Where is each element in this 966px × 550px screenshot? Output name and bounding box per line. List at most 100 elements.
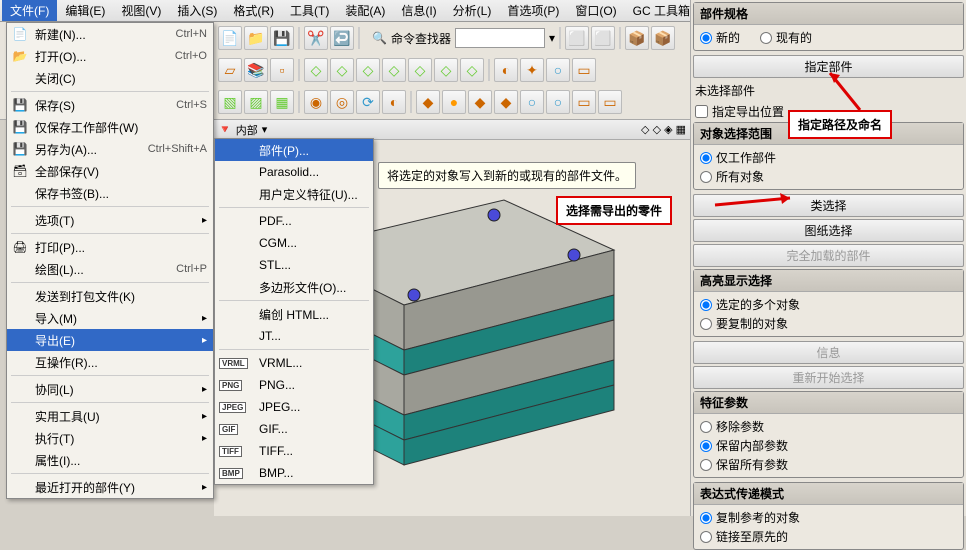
toolbar-icon[interactable]: ○ (546, 90, 570, 114)
toolbar-icon[interactable]: ◆ (468, 90, 492, 114)
submenu-item[interactable]: 用户定义特征(U)... (215, 183, 373, 205)
file-menu-item[interactable]: 📂打开(O)...Ctrl+O (7, 45, 213, 67)
fp-internal-radio[interactable]: 保留内部参数 (700, 436, 957, 455)
toolbar-icon[interactable]: ◇ (304, 58, 328, 82)
submenu-item[interactable]: VRMLVRML... (215, 352, 373, 374)
scope-work-radio[interactable]: 仅工作部件 (700, 148, 957, 167)
toolbar-icon[interactable]: ⬜ (591, 26, 615, 50)
toolbar-icon[interactable]: ▦ (270, 90, 294, 114)
toolbar-icon[interactable]: ▧ (218, 90, 242, 114)
submenu-item[interactable]: BMPBMP... (215, 462, 373, 484)
menu-item[interactable]: 分析(L) (445, 0, 500, 21)
menu-item[interactable]: 信息(I) (393, 0, 444, 21)
highlight-group: 高亮显示选择 选定的多个对象 要复制的对象 (693, 269, 964, 337)
menu-item[interactable]: 格式(R) (225, 0, 282, 21)
toolbar-icon[interactable]: 📚 (244, 58, 268, 82)
menu-item[interactable]: 工具(T) (282, 0, 337, 21)
spec-existing-radio[interactable]: 现有的 (760, 28, 812, 47)
toolbar-icon[interactable]: ✂️ (304, 26, 328, 50)
toolbar-icon[interactable]: ○ (520, 90, 544, 114)
submenu-item[interactable]: STL... (215, 254, 373, 276)
submenu-item[interactable]: 部件(P)... (215, 139, 373, 161)
toolbar-icon[interactable]: ✦ (520, 58, 544, 82)
submenu-item[interactable]: 编创 HTML... (215, 303, 373, 325)
toolbar-icon[interactable]: ↩️ (330, 26, 354, 50)
submenu-item[interactable]: CGM... (215, 232, 373, 254)
toolbar-icon[interactable]: ◉ (304, 90, 328, 114)
submenu-item[interactable]: 多边形文件(O)... (215, 276, 373, 298)
menu-item[interactable]: GC 工具箱 (625, 0, 698, 21)
toolbar-icon[interactable]: ▭ (572, 90, 596, 114)
menu-item[interactable]: 窗口(O) (567, 0, 624, 21)
submenu-item[interactable]: JT... (215, 325, 373, 347)
cmd-finder-input[interactable] (455, 28, 545, 48)
toolbar-icon[interactable]: ⟳ (356, 90, 380, 114)
file-menu-item[interactable]: 选项(T)▸ (7, 209, 213, 231)
em-link-radio[interactable]: 链接至原先的 (700, 527, 957, 546)
file-menu-item[interactable]: 互操作(R)... (7, 351, 213, 373)
em-copy-radio[interactable]: 复制参考的对象 (700, 508, 957, 527)
menu-item[interactable]: 文件(F) (2, 0, 57, 21)
toolbar-icon[interactable]: ◇ (330, 58, 354, 82)
fp-all-radio[interactable]: 保留所有参数 (700, 455, 957, 474)
toolbar-icon[interactable]: ▨ (244, 90, 268, 114)
toolbar-icon[interactable]: ◐ (494, 58, 518, 82)
file-menu-item[interactable]: 🖨打印(P)... (7, 236, 213, 258)
hl-selected-radio[interactable]: 选定的多个对象 (700, 295, 957, 314)
menu-item[interactable]: 视图(V) (113, 0, 169, 21)
file-menu-item[interactable]: 🗃全部保存(V) (7, 160, 213, 182)
file-menu-item[interactable]: 实用工具(U)▸ (7, 405, 213, 427)
file-menu-item[interactable]: 📄新建(N)...Ctrl+N (7, 23, 213, 45)
file-menu-item[interactable]: 执行(T)▸ (7, 427, 213, 449)
file-menu-item[interactable]: 发送到打包文件(K) (7, 285, 213, 307)
menu-item[interactable]: 编辑(E) (57, 0, 113, 21)
toolbar-icon[interactable]: 📄 (218, 26, 242, 50)
toolbar-icon[interactable]: ◇ (382, 58, 406, 82)
toolbar-icon[interactable]: ▭ (598, 90, 622, 114)
file-menu-item[interactable]: 绘图(L)...Ctrl+P (7, 258, 213, 280)
toolbar-icon[interactable]: 📁 (244, 26, 268, 50)
hl-copy-radio[interactable]: 要复制的对象 (700, 314, 957, 333)
menu-item[interactable]: 首选项(P) (499, 0, 567, 21)
toolbar-icon[interactable]: ◇ (434, 58, 458, 82)
toolbar-icon[interactable]: ◆ (494, 90, 518, 114)
file-menu-item[interactable]: 💾仅保存工作部件(W) (7, 116, 213, 138)
submenu-item[interactable]: PDF... (215, 210, 373, 232)
menu-item[interactable]: 装配(A) (337, 0, 393, 21)
file-menu-item[interactable]: 💾另存为(A)...Ctrl+Shift+A (7, 138, 213, 160)
file-menu-item[interactable]: 最近打开的部件(Y)▸ (7, 476, 213, 498)
toolbar-icon[interactable]: ▱ (218, 58, 242, 82)
submenu-item[interactable]: PNGPNG... (215, 374, 373, 396)
toolbar-icon[interactable]: ◎ (330, 90, 354, 114)
toolbar-icon[interactable]: ◐ (382, 90, 406, 114)
menu-item[interactable]: 插入(S) (169, 0, 225, 21)
toolbar-icon[interactable]: ⬜ (565, 26, 589, 50)
toolbar-icon[interactable]: ○ (546, 58, 570, 82)
toolbar-icon[interactable]: ◇ (356, 58, 380, 82)
toolbar-icon[interactable]: 📦 (625, 26, 649, 50)
submenu-item[interactable]: TIFFTIFF... (215, 440, 373, 462)
file-menu-item[interactable]: 保存书签(B)... (7, 182, 213, 204)
submenu-item[interactable]: GIFGIF... (215, 418, 373, 440)
scope-all-radio[interactable]: 所有对象 (700, 167, 957, 186)
file-menu-item[interactable]: 导出(E)▸ (7, 329, 213, 351)
file-menu-item[interactable]: 关闭(C) (7, 67, 213, 89)
fp-remove-radio[interactable]: 移除参数 (700, 417, 957, 436)
toolbar-icon[interactable]: ▫ (270, 58, 294, 82)
spec-new-radio[interactable]: 新的 (700, 28, 740, 47)
file-menu-item[interactable]: 导入(M)▸ (7, 307, 213, 329)
toolbar-icon[interactable]: ◇ (408, 58, 432, 82)
submenu-item[interactable]: JPEGJPEG... (215, 396, 373, 418)
toolbar-icon[interactable]: 📦 (651, 26, 675, 50)
command-finder[interactable]: 🔍 命令查找器 ▾ (372, 28, 555, 48)
toolbar-icon[interactable]: ◆ (416, 90, 440, 114)
toolbar-icon[interactable]: ● (442, 90, 466, 114)
submenu-item[interactable]: Parasolid... (215, 161, 373, 183)
file-menu-item[interactable]: 属性(I)... (7, 449, 213, 471)
file-menu-item[interactable]: 💾保存(S)Ctrl+S (7, 94, 213, 116)
toolbar-icon[interactable]: ◇ (460, 58, 484, 82)
file-menu-item[interactable]: 协同(L)▸ (7, 378, 213, 400)
drawing-select-button[interactable]: 图纸选择 (693, 219, 964, 242)
toolbar-icon[interactable]: ▭ (572, 58, 596, 82)
toolbar-icon[interactable]: 💾 (270, 26, 294, 50)
